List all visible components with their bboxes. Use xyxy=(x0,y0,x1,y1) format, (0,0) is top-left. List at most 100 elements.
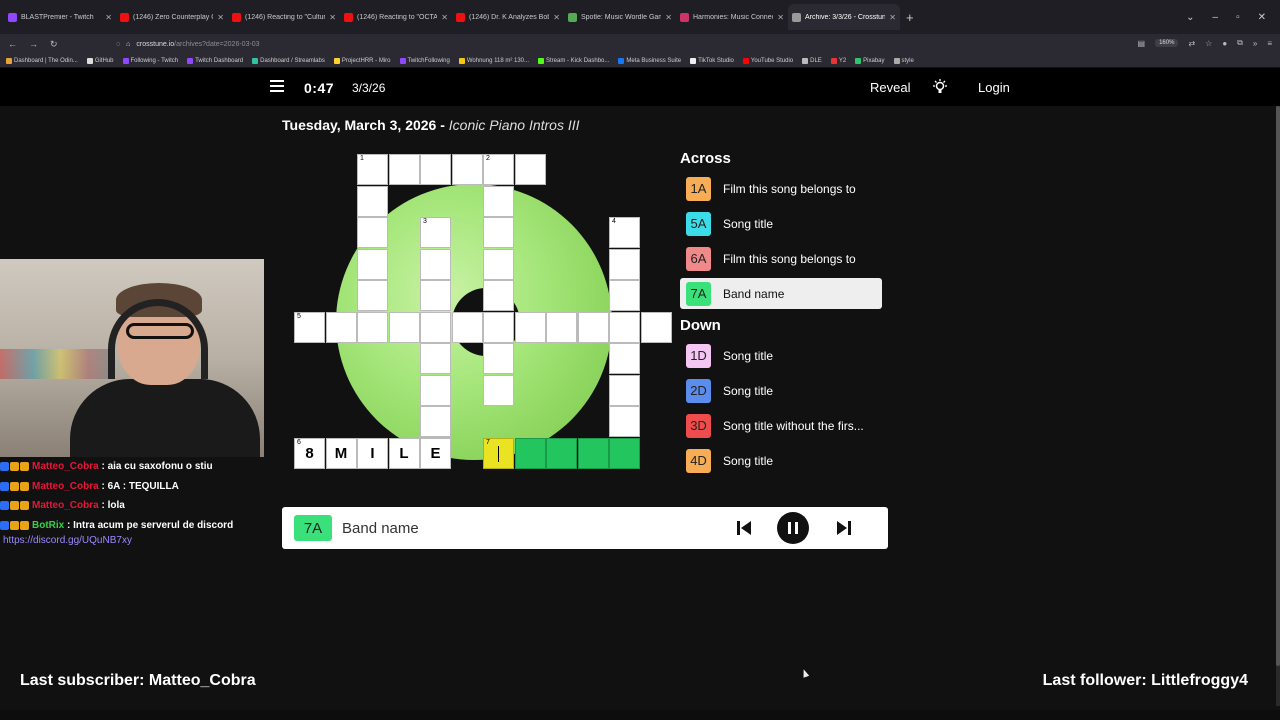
extensions-icon[interactable]: ⧉ xyxy=(1237,38,1243,48)
reload-icon[interactable]: ↻ xyxy=(50,39,58,50)
grid-cell[interactable]: 2 xyxy=(483,154,514,185)
grid-cell[interactable] xyxy=(609,437,640,469)
grid-cell[interactable] xyxy=(577,311,609,343)
tab-close-icon[interactable]: ✕ xyxy=(777,13,784,22)
bookmark-item[interactable]: TwitchFollowing xyxy=(399,57,450,64)
clue-item-1a[interactable]: 1A Film this song belongs to xyxy=(680,173,882,204)
grid-cell[interactable] xyxy=(609,374,640,406)
bookmark-item[interactable]: YouTube Studio xyxy=(742,57,793,64)
grid-cell[interactable] xyxy=(609,248,640,280)
browser-tab[interactable]: Harmonies: Music Connection ✕ xyxy=(676,4,788,30)
grid-cell[interactable] xyxy=(514,154,546,185)
bookmark-item[interactable]: DLE xyxy=(802,57,822,64)
previous-track-icon[interactable] xyxy=(734,518,754,538)
grid-cell[interactable] xyxy=(483,343,514,374)
grid-cell[interactable]: 68 xyxy=(294,437,325,469)
bookmark-item[interactable]: Pixabay xyxy=(855,57,885,64)
grid-cell[interactable] xyxy=(609,406,640,437)
grid-cell[interactable] xyxy=(420,248,451,280)
browser-tab[interactable]: (1246) Zero Counterplay Onesh ✕ xyxy=(116,4,228,30)
next-track-icon[interactable] xyxy=(834,518,854,538)
tab-close-icon[interactable]: ✕ xyxy=(441,13,448,22)
overflow-icon[interactable]: » xyxy=(1253,39,1257,48)
clue-item-5a[interactable]: 5A Song title xyxy=(680,208,882,239)
maximize-icon[interactable]: ▫ xyxy=(1236,12,1240,23)
bookmark-item[interactable]: Twitch Dashboard xyxy=(187,57,243,64)
grid-cell[interactable] xyxy=(357,280,388,311)
grid-cell[interactable] xyxy=(609,343,640,374)
grid-cell[interactable] xyxy=(420,311,451,343)
chat-username[interactable]: Matteo_Cobra xyxy=(32,457,99,477)
grid-cell[interactable] xyxy=(420,343,451,374)
grid-cell[interactable] xyxy=(546,437,577,469)
grid-cell[interactable] xyxy=(451,154,483,185)
bookmark-item[interactable]: ProjectHRR - Miro xyxy=(333,57,391,64)
browser-tab[interactable]: (1246) Reacting to "OCTANE" b✕ xyxy=(340,4,452,30)
grid-cell[interactable] xyxy=(451,311,483,343)
browser-tab[interactable]: (1246) Reacting to "Culture" by ✕ xyxy=(228,4,340,30)
grid-cell[interactable] xyxy=(546,311,577,343)
chat-username[interactable]: Matteo_Cobra xyxy=(32,496,99,516)
back-icon[interactable]: ← xyxy=(8,39,17,49)
grid-cell[interactable]: 3 xyxy=(420,217,451,248)
grid-cell[interactable] xyxy=(388,311,420,343)
bookmark-item[interactable]: Following - Twitch xyxy=(122,57,178,64)
grid-cell[interactable] xyxy=(609,280,640,311)
bookmark-item[interactable]: GitHub xyxy=(86,57,114,64)
grid-cell[interactable]: L xyxy=(388,437,420,469)
chat-username[interactable]: BotRix xyxy=(32,516,64,536)
grid-cell[interactable]: E xyxy=(420,437,451,469)
bookmark-item[interactable]: Wohnung 118 m² 130... xyxy=(458,57,529,64)
forward-icon[interactable]: → xyxy=(29,39,38,49)
page-scrollbar[interactable] xyxy=(1276,106,1280,706)
bookmark-item[interactable]: style xyxy=(893,57,914,64)
grid-cell[interactable] xyxy=(483,280,514,311)
tab-close-icon[interactable]: ✕ xyxy=(889,13,896,22)
grid-cell[interactable] xyxy=(483,217,514,248)
grid-cell[interactable] xyxy=(640,311,672,343)
clue-item-2d[interactable]: 2D Song title xyxy=(680,375,882,406)
grid-cell[interactable] xyxy=(420,154,451,185)
chat-username[interactable]: Matteo_Cobra xyxy=(32,477,99,497)
tab-close-icon[interactable]: ✕ xyxy=(329,13,336,22)
grid-cell[interactable] xyxy=(420,374,451,406)
bookmark-star-icon[interactable]: ☆ xyxy=(1205,39,1212,48)
tab-close-icon[interactable]: ✕ xyxy=(665,13,672,22)
grid-cell[interactable]: I xyxy=(357,437,388,469)
grid-cell[interactable]: 7 xyxy=(483,437,514,469)
bookmark-item[interactable]: Dashboard / Streamlabs xyxy=(252,57,325,64)
clue-item-1d[interactable]: 1D Song title xyxy=(680,340,882,371)
lightbulb-icon[interactable] xyxy=(932,79,948,95)
grid-cell[interactable] xyxy=(325,311,357,343)
grid-cell[interactable] xyxy=(483,374,514,406)
tab-close-icon[interactable]: ✕ xyxy=(217,13,224,22)
browser-tab[interactable]: Archive: 3/3/26 - Crosstune ✕ xyxy=(788,4,900,30)
grid-cell[interactable]: 5 xyxy=(294,311,325,343)
grid-cell[interactable]: 4 xyxy=(609,217,640,248)
bookmark-item[interactable]: Meta Business Suite xyxy=(618,57,681,64)
grid-cell[interactable]: M xyxy=(325,437,357,469)
account-icon[interactable]: ● xyxy=(1222,39,1227,48)
bookmark-item[interactable]: Y2 xyxy=(830,57,846,64)
clue-item-6a[interactable]: 6A Film this song belongs to xyxy=(680,243,882,274)
grid-cell[interactable] xyxy=(514,437,546,469)
grid-cell[interactable] xyxy=(420,280,451,311)
new-tab-icon[interactable]: + xyxy=(906,10,914,25)
bookmark-item[interactable]: TikTok Studio xyxy=(690,57,734,64)
grid-cell[interactable] xyxy=(577,437,609,469)
grid-cell[interactable] xyxy=(483,311,514,343)
url-bar[interactable]: ◌ ⌂ crosstune.io/archives?date=2026-03-0… xyxy=(116,36,1116,52)
grid-cell[interactable] xyxy=(609,311,640,343)
tab-close-icon[interactable]: ✕ xyxy=(553,13,560,22)
clue-item-3d[interactable]: 3D Song title without the firs... xyxy=(680,410,882,441)
browser-tab[interactable]: Spotle: Music Wordle Game ✕ xyxy=(564,4,676,30)
bookmark-item[interactable]: Stream - Kick Dashbo... xyxy=(538,57,609,64)
tab-list-icon[interactable]: ⌄ xyxy=(1186,12,1194,23)
browser-tab[interactable]: BLASTPremier - Twitch ✕ xyxy=(4,4,116,30)
grid-cell[interactable] xyxy=(388,154,420,185)
close-window-icon[interactable]: ✕ xyxy=(1258,12,1266,23)
grid-cell[interactable] xyxy=(483,185,514,217)
clue-item-4d[interactable]: 4D Song title xyxy=(680,445,882,476)
grid-cell[interactable] xyxy=(514,311,546,343)
chat-link[interactable]: https://discord.gg/UQuNB7xy xyxy=(0,535,270,547)
